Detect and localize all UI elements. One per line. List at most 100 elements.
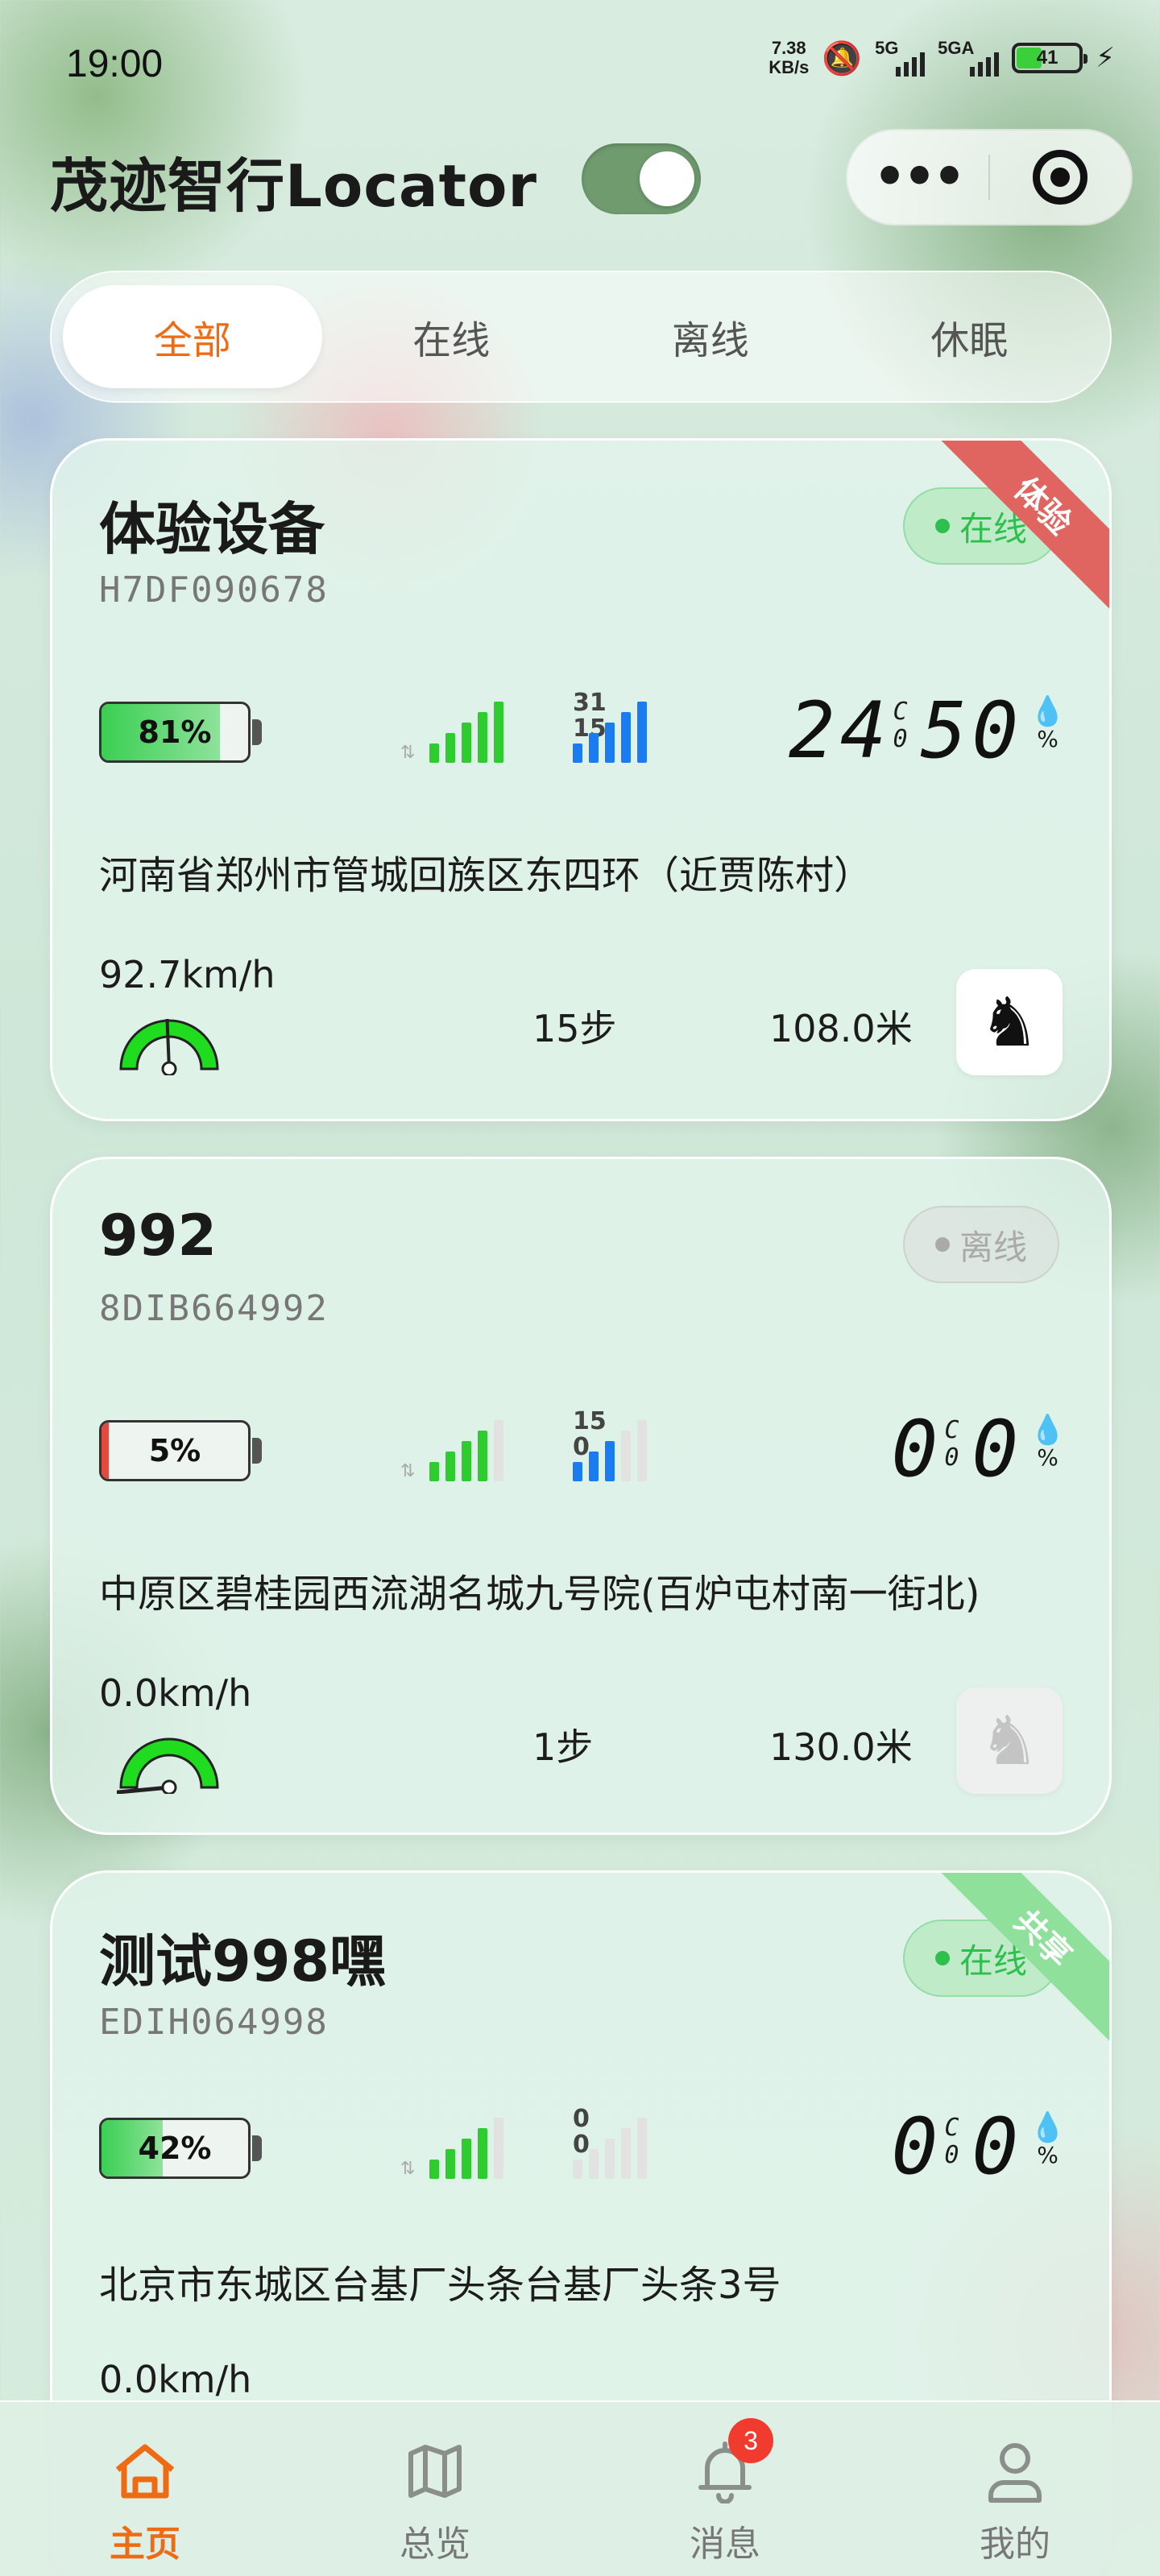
signal-bar [621, 2128, 631, 2179]
network-strength-icon [573, 698, 647, 763]
target-icon [1033, 150, 1088, 205]
speed-value: 92.7km/h [99, 953, 276, 996]
speed-value: 0.0km/h [99, 1671, 252, 1715]
status-bar: 19:00 7.38 KB/s 🔕 5G 5GA 41 ⚡ [0, 0, 1160, 129]
map-icon [401, 2437, 469, 2505]
nav-overview[interactable]: 总览 [290, 2402, 580, 2576]
device-card[interactable]: 992 8DIB664992 离线 5% ⇅ 15 0 0 C0 0 💧% 中原… [50, 1157, 1112, 1835]
signal-icon: 5G [875, 38, 926, 77]
device-id: 8DIB664992 [99, 1288, 329, 1329]
device-id: H7DF090678 [99, 569, 329, 611]
signal-bar [605, 723, 615, 763]
signal-bar [478, 1431, 488, 1481]
signal-bar [429, 743, 440, 763]
data-transfer-icon: ⇅ [400, 1461, 416, 1481]
humidity-value: 50 [920, 685, 1024, 776]
signal-bar [429, 2160, 440, 2179]
horse-icon: ♞ [979, 983, 1040, 1062]
signal-bar [589, 2149, 599, 2179]
charging-icon: ⚡ [1096, 42, 1115, 74]
mode-toggle[interactable] [582, 143, 701, 214]
home-icon [111, 2437, 179, 2505]
signal-strength-icon: ⇅ [400, 698, 504, 763]
temperature-humidity: 0 C0 0 💧% [892, 1409, 1066, 1489]
signal-bar [605, 1441, 615, 1481]
tab-online[interactable]: 在线 [322, 285, 582, 388]
signal-bar [589, 1452, 599, 1481]
bottom-nav: 主页 总览 3 消息 我的 [0, 2400, 1160, 2576]
horse-icon: ♞ [979, 1701, 1040, 1780]
close-button[interactable] [990, 150, 1131, 205]
signal-bar [494, 702, 504, 763]
message-count-badge: 3 [728, 2418, 773, 2463]
battery-indicator: 5% [99, 1420, 251, 1481]
signal-strength-icon: ⇅ [400, 2114, 504, 2179]
device-card[interactable]: 体验设备 H7DF090678 在线 体验 81% ⇅ 31 15 24 C0 … [50, 438, 1112, 1121]
device-name: 测试998嘿 [99, 1928, 387, 1994]
humidity-icon: 💧% [1030, 1414, 1066, 1472]
device-metrics: 42% ⇅ 0 0 0 C0 0 💧% [99, 2106, 1066, 2187]
signal-bar [637, 2118, 647, 2179]
header: 茂迹智行Locator ••• [0, 129, 1160, 234]
network-speed: 7.38 KB/s [768, 38, 810, 77]
data-transfer-icon: ⇅ [400, 2159, 416, 2179]
signal-bar [462, 2139, 472, 2179]
signal-strength-icon: ⇅ [400, 1417, 504, 1481]
battery-icon: 41 [1012, 43, 1088, 73]
distance-value: 130.0米 [769, 1725, 913, 1769]
nav-profile[interactable]: 我的 [870, 2402, 1160, 2576]
celsius-unit: C0 [944, 2114, 959, 2169]
signal-bar [445, 733, 456, 763]
speed-value: 0.0km/h [99, 2358, 252, 2401]
nav-home[interactable]: 主页 [0, 2402, 290, 2576]
horse-mode-button[interactable]: ♞ [956, 1688, 1063, 1794]
humidity-value: 0 [972, 1404, 1024, 1494]
mini-program-capsule: ••• [846, 129, 1133, 226]
nav-messages[interactable]: 3 消息 [580, 2402, 870, 2576]
signal-bar [621, 712, 631, 763]
temperature-humidity: 0 C0 0 💧% [892, 2106, 1066, 2187]
device-id: EDIH064998 [99, 2002, 329, 2043]
step-count: 1步 [532, 1725, 594, 1769]
humidity-icon: 💧% [1030, 2111, 1066, 2169]
speedometer-icon [117, 1737, 219, 1794]
network-strength-icon [573, 1417, 647, 1481]
temperature-value: 24 [788, 685, 892, 776]
signal-bar [605, 2139, 615, 2179]
horse-mode-button[interactable]: ♞ [956, 969, 1063, 1075]
app-title: 茂迹智行Locator [50, 152, 538, 220]
temperature-humidity: 24 C0 50 💧% [789, 690, 1066, 771]
distance-value: 108.0米 [769, 1007, 913, 1050]
humidity-value: 0 [972, 2102, 1024, 2192]
device-name: 992 [99, 1203, 218, 1269]
signal-bar [429, 1462, 440, 1481]
device-address: 河南省郑州市管城回族区东四环（近贾陈村） [99, 853, 873, 898]
temperature-value: 0 [891, 1404, 943, 1494]
signal-bar [478, 712, 488, 763]
celsius-unit: C0 [944, 1416, 959, 1472]
filter-tabs: 全部 在线 离线 休眠 [50, 271, 1112, 403]
signal-icon: 5GA [938, 38, 1000, 77]
signal-bar [462, 1441, 472, 1481]
signal-bar [573, 2160, 582, 2179]
signal-bar [494, 2118, 504, 2179]
tab-offline[interactable]: 离线 [581, 285, 840, 388]
device-name: 体验设备 [99, 496, 325, 562]
battery-indicator: 81% [99, 702, 251, 763]
tab-all[interactable]: 全部 [63, 285, 322, 388]
signal-bar [573, 743, 582, 763]
signal-bar [462, 723, 472, 763]
humidity-icon: 💧% [1030, 695, 1066, 753]
device-metrics: 81% ⇅ 31 15 24 C0 50 💧% [99, 690, 1066, 771]
network-strength-icon [573, 2114, 647, 2179]
signal-bar [445, 1452, 456, 1481]
more-button[interactable]: ••• [847, 151, 988, 203]
ellipsis-icon: ••• [873, 147, 966, 207]
signal-bar [494, 1420, 504, 1481]
celsius-unit: C0 [893, 698, 908, 753]
signal-bar [637, 702, 647, 763]
device-address: 中原区碧桂园西流湖名城九号院(百炉屯村南一街北) [99, 1572, 980, 1617]
battery-indicator: 42% [99, 2118, 251, 2179]
tab-sleep[interactable]: 休眠 [840, 285, 1100, 388]
user-icon [981, 2437, 1049, 2505]
